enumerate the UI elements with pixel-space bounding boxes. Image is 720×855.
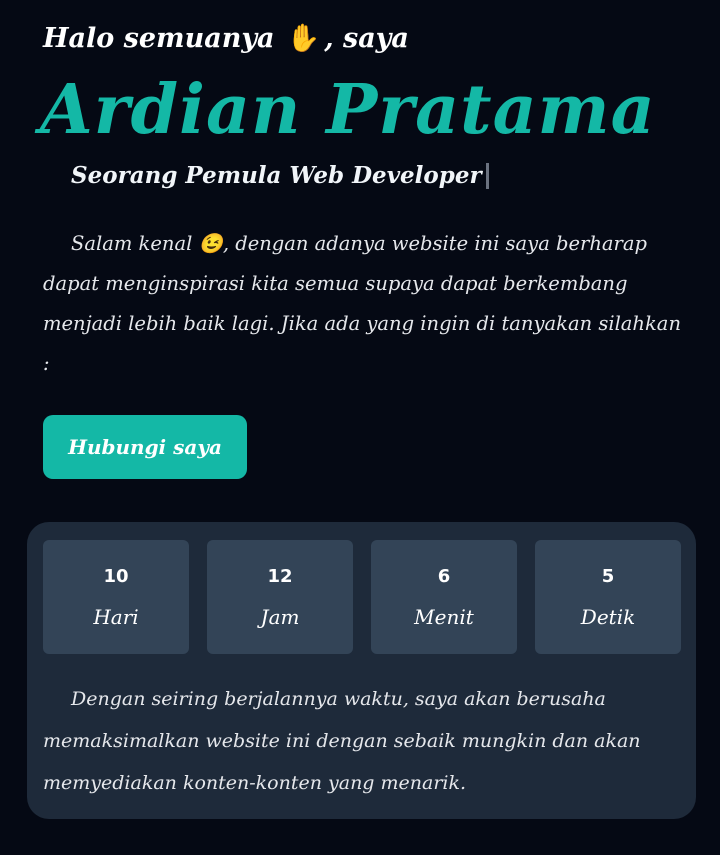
waving-hand-icon: ✋ bbox=[286, 23, 321, 54]
greeting: Halo semuanya ✋ , saya bbox=[43, 22, 409, 55]
countdown-hours: 12 Jam bbox=[207, 540, 353, 654]
countdown-minutes: 6 Menit bbox=[371, 540, 517, 654]
hero-name: Ardian Pratama bbox=[40, 70, 656, 150]
countdown-days-unit: Hari bbox=[93, 604, 139, 629]
countdown-minutes-value: 6 bbox=[437, 565, 451, 587]
countdown-days: 10 Hari bbox=[43, 540, 189, 654]
countdown-seconds-value: 5 bbox=[601, 565, 615, 587]
countdown-seconds-unit: Detik bbox=[580, 604, 636, 629]
contact-button[interactable]: Hubungi saya bbox=[43, 415, 247, 479]
outro-paragraph: Dengan seiring berjalannya waktu, saya a… bbox=[43, 688, 641, 794]
countdown-hours-value: 12 bbox=[267, 565, 293, 587]
countdown-days-value: 10 bbox=[103, 565, 129, 587]
countdown-row: 10 Hari 12 Jam 6 Menit 5 Detik bbox=[43, 540, 681, 654]
intro-paragraph: Salam kenal 😉, dengan adanya website ini… bbox=[43, 224, 683, 384]
greeting-text: Halo semuanya bbox=[43, 22, 275, 54]
contact-button-label: Hubungi saya bbox=[68, 435, 222, 459]
typing-cursor bbox=[485, 162, 489, 189]
subtitle-text: Seorang Pemula Web Developer bbox=[71, 162, 482, 189]
countdown-hours-unit: Jam bbox=[260, 604, 300, 629]
greeting-suffix: , saya bbox=[324, 22, 409, 54]
countdown-panel: 10 Hari 12 Jam 6 Menit 5 Detik Dengan se… bbox=[27, 522, 696, 819]
intro-text-start: Salam kenal bbox=[71, 232, 193, 255]
wink-emoji-icon: 😉 bbox=[198, 232, 223, 255]
countdown-minutes-unit: Menit bbox=[414, 604, 474, 629]
countdown-seconds: 5 Detik bbox=[535, 540, 681, 654]
typed-subtitle: Seorang Pemula Web Developer bbox=[71, 162, 489, 189]
